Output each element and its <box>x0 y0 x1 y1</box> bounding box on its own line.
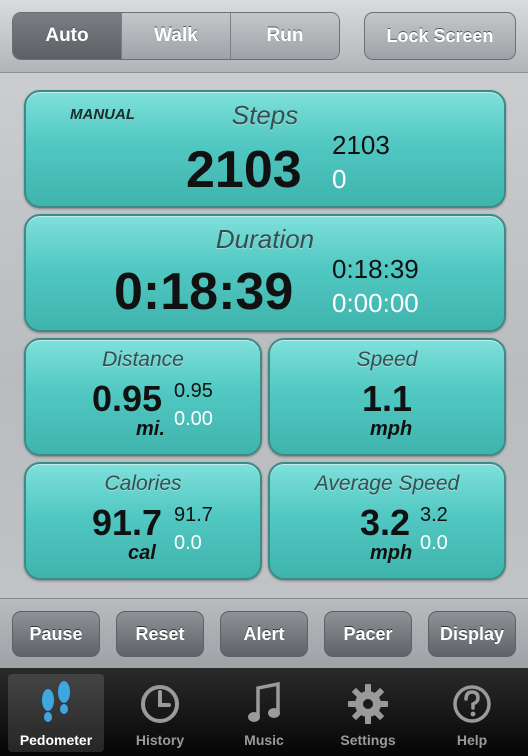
duration-panel: Duration 0:18:39 0:18:39 0:00:00 <box>24 214 506 332</box>
tab-pedometer[interactable]: Pedometer <box>8 674 104 752</box>
alert-button[interactable]: Alert <box>220 611 308 657</box>
steps-panel: MANUAL Steps 2103 2103 0 <box>24 90 506 208</box>
action-button-bar: Pause Reset Alert Pacer Display <box>0 598 528 669</box>
calories-unit: cal <box>128 542 156 564</box>
average-speed-unit: mph <box>370 542 413 564</box>
speed-unit: mph <box>370 418 413 440</box>
speed-title: Speed <box>356 348 418 371</box>
display-button[interactable]: Display <box>428 611 516 657</box>
tab-settings-label: Settings <box>340 732 396 748</box>
tab-bar: Pedometer History Music Settings Help <box>0 668 528 756</box>
duration-sub-total: 0:18:39 <box>332 254 419 284</box>
speed-panel: Speed 1.1 mph <box>268 338 506 456</box>
top-toolbar: Auto Walk Run Lock Screen <box>0 0 528 73</box>
distance-sub-total: 0.95 <box>174 380 213 402</box>
clock-icon <box>141 685 179 723</box>
distance-unit: mi. <box>136 418 165 440</box>
duration-sub-lap: 0:00:00 <box>332 288 419 318</box>
help-icon <box>453 685 491 723</box>
pause-button[interactable]: Pause <box>12 611 100 657</box>
tab-pedometer-label: Pedometer <box>19 732 93 748</box>
calories-panel: Calories 91.7 91.7 0.0 cal <box>24 462 262 580</box>
average-speed-value: 3.2 <box>360 502 411 543</box>
music-note-icon <box>248 681 280 722</box>
tab-music-label: Music <box>244 732 284 748</box>
calories-sub-lap: 0.0 <box>174 532 202 554</box>
mode-walk-button[interactable]: Walk <box>121 13 230 59</box>
steps-sub-total: 2103 <box>332 130 390 160</box>
calories-value: 91.7 <box>92 502 163 543</box>
mode-auto-button[interactable]: Auto <box>13 13 121 59</box>
reset-button[interactable]: Reset <box>116 611 204 657</box>
tab-help-label: Help <box>456 732 488 748</box>
gear-icon <box>348 684 388 724</box>
steps-value: 2103 <box>186 141 302 199</box>
footprints-icon <box>42 681 70 722</box>
steps-sub-lap: 0 <box>332 164 347 194</box>
duration-value: 0:18:39 <box>114 263 294 321</box>
calories-sub-total: 91.7 <box>174 504 213 526</box>
calories-title: Calories <box>104 472 182 495</box>
tab-help[interactable]: Help <box>424 674 520 752</box>
tab-settings[interactable]: Settings <box>320 674 416 752</box>
average-speed-panel: Average Speed 3.2 3.2 0.0 mph <box>268 462 506 580</box>
distance-title: Distance <box>102 348 184 371</box>
mode-run-button[interactable]: Run <box>230 13 339 59</box>
tab-history[interactable]: History <box>112 674 208 752</box>
average-speed-title: Average Speed <box>314 472 460 495</box>
lock-screen-button[interactable]: Lock Screen <box>364 12 516 60</box>
distance-value: 0.95 <box>92 378 163 419</box>
tab-music[interactable]: Music <box>216 674 312 752</box>
duration-title: Duration <box>215 224 315 254</box>
steps-title: Steps <box>231 100 299 130</box>
average-speed-sub-total: 3.2 <box>420 504 448 526</box>
distance-sub-lap: 0.00 <box>174 408 213 430</box>
average-speed-sub-lap: 0.0 <box>420 532 448 554</box>
speed-value: 1.1 <box>362 378 413 419</box>
distance-panel: Distance 0.95 0.95 0.00 mi. <box>24 338 262 456</box>
pacer-button[interactable]: Pacer <box>324 611 412 657</box>
mode-segmented-control: Auto Walk Run <box>12 12 340 60</box>
tab-history-label: History <box>135 732 185 748</box>
